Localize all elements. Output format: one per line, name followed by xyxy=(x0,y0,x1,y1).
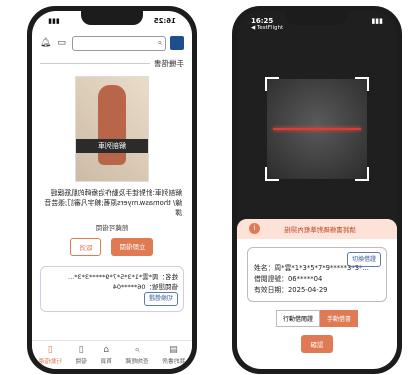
right-screen: 16:25 ◀ TestFlight ▮▮▮ i 請將書條碼對準框內掃描 切換借… xyxy=(237,11,397,369)
library-logo xyxy=(170,36,184,50)
anatomy-figure xyxy=(98,85,126,165)
info-icon: i xyxy=(249,223,260,234)
viewfinder-corner xyxy=(265,77,279,91)
action-buttons: 立即借閱 取消 xyxy=(32,238,192,256)
mode-toggle: 行動借閱證 手動借書 xyxy=(237,310,397,327)
scan-instruction: 請將書條碼對準框內掃描 xyxy=(284,226,356,234)
book-description: 解剖列車:針對徒手及動作治療師的肌筋膜經線/ thomasw.myers原著;賴… xyxy=(44,189,182,217)
switch-card-button[interactable]: 切換借證 xyxy=(143,292,178,306)
phone-icon: ▯ xyxy=(47,345,53,355)
bookshelf-icon: ▤ xyxy=(169,345,178,355)
section-title: 手機借書 xyxy=(154,59,184,68)
scan-laser-line xyxy=(273,128,361,130)
tab-mobile-borrow[interactable]: ▯ 行動借還 xyxy=(39,345,62,365)
card-name: 姓名：周*雲*1*3*5*7*9*****3*3*... xyxy=(68,273,178,281)
toggle-mobile-card[interactable]: 行動借閱證 xyxy=(275,310,320,327)
top-bar: ⌕ ▭ 🔔︎ xyxy=(32,31,192,55)
status-time: 16:25 xyxy=(153,17,176,25)
notch xyxy=(81,11,143,25)
cancel-button[interactable]: 取消 xyxy=(70,238,102,256)
availability-status: 館藏可借閱 xyxy=(95,224,129,232)
book-cover-title: 解剖列車 xyxy=(76,139,148,153)
viewfinder-corner xyxy=(355,167,369,181)
left-phone: 16:25 ▮▮▮ ⌕ ▭ 🔔︎ 手機借書 解剖列車 解剖列車:針對徒手及動作治… xyxy=(27,6,197,374)
viewfinder-corner xyxy=(355,77,369,91)
testflight-back[interactable]: ◀ TestFlight xyxy=(251,25,283,31)
search-icon: ⌕ xyxy=(134,345,140,355)
confirm-button[interactable]: 確認 xyxy=(301,335,333,353)
card-id: 借閱證號：06*****04 xyxy=(112,283,178,291)
bell-icon[interactable]: 🔔︎ xyxy=(40,37,52,49)
borrow-button[interactable]: 立即借閱 xyxy=(111,238,154,256)
tab-home[interactable]: ⌂ 首頁 xyxy=(100,345,112,365)
bottom-sheet: i 請將書條碼對準框內掃描 切換借證 姓名：周*雲*1*3*5*7*9*****… xyxy=(237,219,397,369)
right-phone: 16:25 ◀ TestFlight ▮▮▮ i 請將書條碼對準框內掃描 切換借… xyxy=(232,6,402,374)
viewfinder-corner xyxy=(265,167,279,181)
section-header: 手機借書 xyxy=(32,55,192,72)
sheet-header: i 請將書條碼對準框內掃描 xyxy=(237,219,397,239)
notch xyxy=(286,11,348,25)
tab-borrow[interactable]: ▯ 借閱 xyxy=(75,345,87,365)
valid-date: 有效日期：2025-04-29 xyxy=(254,286,328,294)
battery-icon: ▮▮▮ xyxy=(48,17,60,25)
tab-bar: ▤ 我的書房 ⌕ 查詢館藏 ⌂ 首頁 ▯ 借閱 ▯ 行動借還 xyxy=(32,340,192,369)
search-input[interactable]: ⌕ xyxy=(72,35,166,51)
divider xyxy=(40,63,150,64)
toggle-manual-borrow[interactable]: 手動借書 xyxy=(320,310,359,327)
mirrored-content: 16:25 ▮▮▮ ⌕ ▭ 🔔︎ 手機借書 解剖列車 解剖列車:針對徒手及動作治… xyxy=(32,11,192,369)
library-card: 姓名：周*雲*1*3*5*7*9*****3*3*... 借閱證號：06****… xyxy=(40,266,184,312)
battery-icon: ▮▮▮ xyxy=(371,17,383,25)
switch-card-button[interactable]: 切換借證 xyxy=(346,252,381,267)
left-screen: 16:25 ▮▮▮ ⌕ ▭ 🔔︎ 手機借書 解剖列車 解剖列車:針對徒手及動作治… xyxy=(32,11,192,369)
library-card: 切換借證 姓名：周*雲*1*3*5*7*9*****3*3*... 借閱證號：0… xyxy=(247,247,387,302)
scan-viewfinder xyxy=(265,77,369,181)
book-icon: ▯ xyxy=(78,345,84,355)
search-icon: ⌕ xyxy=(157,38,162,47)
status-time: 16:25 xyxy=(251,17,274,25)
card-icon[interactable]: ▭ xyxy=(56,37,68,49)
tab-my-shelf[interactable]: ▤ 我的書房 xyxy=(162,345,185,365)
card-number: 借閱證號：06*****04 xyxy=(254,275,323,283)
book-cover: 解剖列車 xyxy=(75,76,149,182)
home-icon: ⌂ xyxy=(103,345,110,355)
tab-search[interactable]: ⌕ 查詢館藏 xyxy=(125,345,148,365)
